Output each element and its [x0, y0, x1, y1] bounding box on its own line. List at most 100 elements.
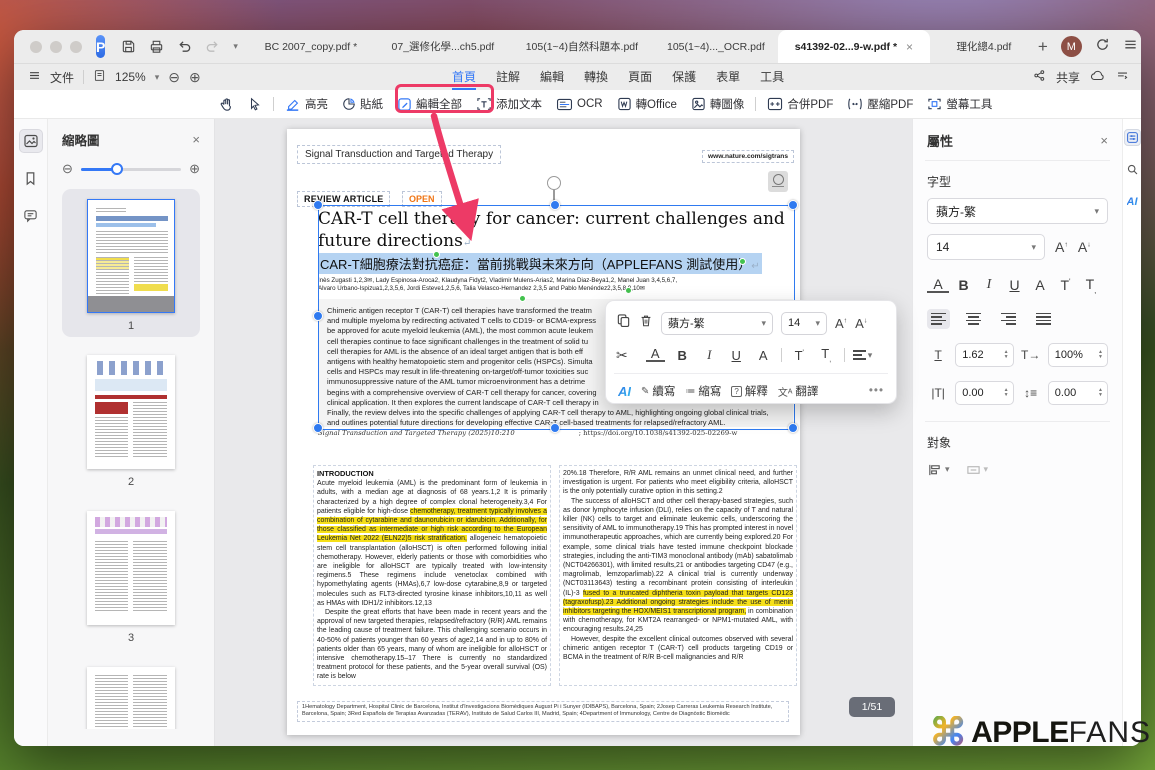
tab-document-3[interactable]: 105(1~4)自然科題本.pdf: [510, 30, 654, 63]
line-spacing-stepper[interactable]: 0.00▲▼: [1048, 381, 1108, 405]
comments-panel-button[interactable]: [19, 203, 43, 227]
to-image-tool[interactable]: 轉圖像: [691, 96, 745, 112]
hand-tool-icon[interactable]: [219, 97, 234, 112]
ai-assistant-button[interactable]: AI: [1124, 193, 1141, 210]
highlight-color-button[interactable]: A: [1029, 277, 1051, 293]
thumb-size-slider[interactable]: [81, 168, 181, 171]
undo-icon[interactable]: [177, 39, 192, 54]
align-right-button[interactable]: [997, 309, 1020, 329]
share-icon[interactable]: [1033, 69, 1046, 85]
align-left-button[interactable]: [927, 309, 950, 329]
thumbnail-item-2[interactable]: 2: [62, 345, 200, 493]
zoom-window-button[interactable]: [70, 41, 82, 53]
object-distribute-dropdown[interactable]: ▾: [966, 463, 989, 477]
tab-document-1[interactable]: BC 2007_copy.pdf *: [246, 30, 376, 63]
share-label[interactable]: 共享: [1056, 69, 1080, 86]
char-spacing-stepper[interactable]: 0.00▲▼: [955, 381, 1013, 405]
tab-document-4[interactable]: 105(1~4)..._OCR.pdf: [654, 30, 778, 63]
zoom-level-value[interactable]: 125%: [115, 70, 146, 84]
right-column[interactable]: 20%.18 Therefore, R/R AML remains an unm…: [559, 465, 797, 686]
sidebar-close-icon[interactable]: ×: [192, 132, 200, 147]
menu-tools[interactable]: 工具: [760, 64, 784, 90]
slider-knob[interactable]: [111, 163, 123, 175]
abstract-block[interactable]: Chimeric antigen receptor T (CAR-T) cell…: [318, 299, 793, 427]
document-area[interactable]: Signal Transduction and Targeted Therapy…: [215, 119, 912, 746]
menu-convert[interactable]: 轉換: [584, 64, 608, 90]
paper-title-translated[interactable]: CAR-T細胞療法對抗癌症：當前挑戰與未來方向（APPLEFANS 測試使用）↵: [318, 253, 762, 274]
menu-protect[interactable]: 保護: [672, 64, 696, 90]
to-office-tool[interactable]: 轉Office: [617, 96, 677, 112]
decrease-font-button[interactable]: A↓: [1078, 239, 1091, 255]
line-height-stepper[interactable]: 1.62▲▼: [955, 343, 1013, 367]
history-dropdown-icon[interactable]: ▾: [233, 41, 238, 52]
italic-button[interactable]: I: [978, 277, 1000, 293]
collapse-toolbar-icon[interactable]: [1116, 69, 1129, 85]
menu-page[interactable]: 頁面: [628, 64, 652, 90]
compress-pdf-tool[interactable]: 壓縮PDF: [847, 96, 913, 112]
sticker-tool[interactable]: 貼紙: [342, 96, 383, 112]
thumbnail-item-1[interactable]: 1: [62, 189, 200, 337]
menu-annotate[interactable]: 註解: [496, 64, 520, 90]
zoom-dropdown-icon[interactable]: ▾: [155, 72, 160, 83]
thumbnail-page-4[interactable]: [87, 667, 175, 729]
main-menu-icon[interactable]: [1123, 37, 1138, 57]
new-tab-button[interactable]: +: [1038, 37, 1048, 57]
thumbnail-page-2[interactable]: [87, 355, 175, 469]
sync-icon[interactable]: [1095, 37, 1110, 57]
properties-close-icon[interactable]: ×: [1100, 133, 1108, 148]
thumbnail-item-4[interactable]: 4: [62, 657, 200, 729]
thumb-zoom-out-icon[interactable]: ⊖: [62, 161, 73, 177]
superscript-button[interactable]: T': [1055, 277, 1077, 293]
line-height-icon: T: [927, 348, 949, 362]
thumb-zoom-in-icon[interactable]: ⊕: [189, 161, 200, 177]
subscript-button[interactable]: T,: [1080, 276, 1102, 295]
object-align-dropdown[interactable]: ▾: [927, 463, 950, 477]
underline-button[interactable]: U: [1004, 277, 1026, 293]
screen-tools-tool[interactable]: 螢幕工具: [927, 96, 992, 112]
save-icon[interactable]: [121, 39, 136, 54]
menu-home[interactable]: 首頁: [452, 64, 476, 90]
tab-document-2[interactable]: 07_選修化學...ch5.pdf: [376, 30, 510, 63]
properties-strip-button[interactable]: [1124, 129, 1141, 146]
redo-icon[interactable]: [205, 39, 220, 54]
font-color-button[interactable]: A: [927, 278, 949, 293]
thumbnail-page-3[interactable]: [87, 511, 175, 625]
print-icon[interactable]: [149, 39, 164, 54]
page-view-icon[interactable]: [93, 69, 106, 85]
zoom-out-icon[interactable]: ⊖: [168, 69, 180, 86]
tab-close-icon[interactable]: ×: [906, 40, 913, 54]
align-justify-button[interactable]: [1032, 309, 1055, 329]
thumbnail-item-3[interactable]: 3: [62, 501, 200, 649]
menu-edit[interactable]: 編輯: [540, 64, 564, 90]
search-icon[interactable]: [1124, 161, 1141, 178]
merge-pdf-tool[interactable]: 合併PDF: [767, 96, 833, 112]
left-column[interactable]: INTRODUCTION Acute myeloid leukemia (AML…: [313, 465, 551, 686]
close-window-button[interactable]: [30, 41, 42, 53]
paper-title[interactable]: CAR-T cell therapy for cancer: current c…: [318, 209, 788, 254]
bold-button[interactable]: B: [953, 277, 975, 293]
thumbnails-panel-button[interactable]: [19, 129, 43, 153]
increase-font-button[interactable]: A↑: [1055, 239, 1068, 255]
pdf-page-1[interactable]: Signal Transduction and Targeted Therapy…: [287, 129, 800, 735]
tab-document-6[interactable]: 理化總4.pdf: [930, 30, 1038, 63]
select-tool-icon[interactable]: [248, 97, 262, 111]
ocr-tool[interactable]: OCR: [556, 98, 603, 111]
menu-form[interactable]: 表單: [716, 64, 740, 90]
file-menu-icon[interactable]: [28, 69, 41, 85]
horizontal-scale-stepper[interactable]: 100%▲▼: [1048, 343, 1108, 367]
align-center-button[interactable]: [962, 309, 985, 329]
thumbnail-list: 1 2: [48, 189, 214, 729]
highlight-tool[interactable]: 高亮: [285, 96, 328, 112]
thumbnail-page-1[interactable]: [87, 199, 175, 313]
add-text-tool[interactable]: 添加文本: [476, 96, 542, 112]
font-size-select[interactable]: 14▾: [927, 234, 1045, 260]
user-avatar[interactable]: M: [1061, 36, 1082, 57]
edit-all-tool[interactable]: 編輯全部: [397, 96, 462, 112]
tab-document-5-active[interactable]: s41392-02...9-w.pdf *×: [778, 30, 930, 63]
zoom-in-icon[interactable]: ⊕: [189, 69, 201, 86]
cloud-icon[interactable]: [1090, 69, 1106, 85]
font-family-select[interactable]: 蘋方-繁▾: [927, 198, 1108, 224]
minimize-window-button[interactable]: [50, 41, 62, 53]
file-menu-label[interactable]: 文件: [50, 69, 74, 86]
bookmarks-panel-button[interactable]: [19, 166, 43, 190]
